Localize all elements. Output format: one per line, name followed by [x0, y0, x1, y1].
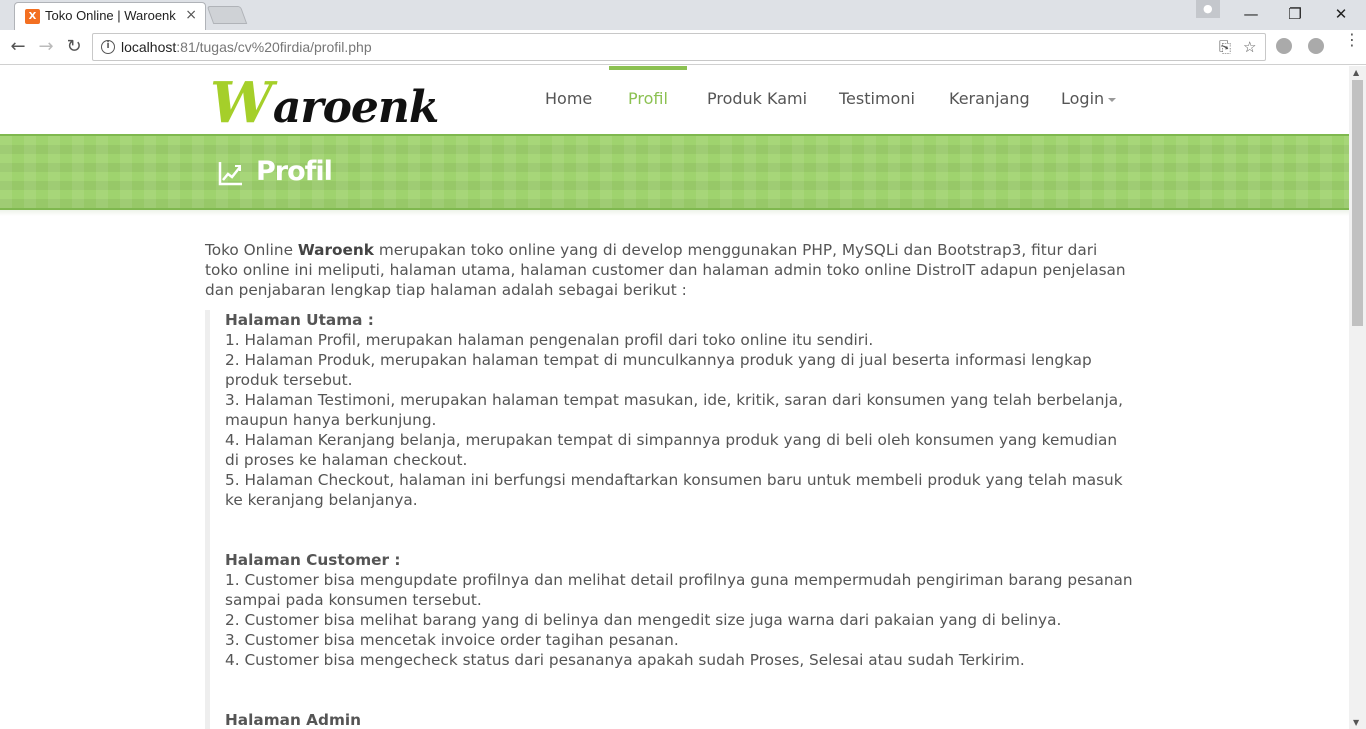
browser-titlebar: X Toko Online | Waroenk × ● — ❐ ✕	[0, 0, 1366, 31]
list-item: 1. Halaman Profil, merupakan halaman pen…	[225, 331, 874, 349]
address-bar[interactable]: i localhost:81/tugas/cv%20firdia/profil.…	[92, 33, 1266, 61]
nav-profil[interactable]: Profil	[609, 66, 687, 134]
person-icon: ●	[1203, 2, 1213, 15]
intro-brand: Waroenk	[297, 241, 374, 259]
line-chart-icon	[218, 162, 242, 186]
new-tab-button[interactable]	[206, 6, 248, 24]
extension-icon[interactable]	[1276, 38, 1292, 54]
minimize-button[interactable]: —	[1228, 4, 1274, 26]
caret-down-icon	[1108, 97, 1117, 102]
nav-login-dropdown[interactable]: Login	[1061, 66, 1117, 134]
reload-button[interactable]: ↻	[62, 36, 86, 58]
list-item: 3. Customer bisa mencetak invoice order …	[225, 631, 679, 649]
banner-pattern	[0, 136, 1349, 208]
section-heading-admin: Halaman Admin	[225, 711, 362, 729]
list-item: 2. Halaman Produk, merupakan halaman tem…	[225, 351, 1092, 389]
page-title-banner: Profil	[0, 134, 1349, 210]
banner-shadow	[0, 210, 1349, 216]
page-viewport: Waroenk Home Profil Produk Kami Testimon…	[0, 66, 1349, 729]
list-item: 5. Halaman Checkout, halaman ini berfung…	[225, 471, 1123, 509]
site-logo[interactable]: Waroenk	[210, 70, 439, 136]
list-item: 2. Customer bisa melihat barang yang di …	[225, 611, 1062, 629]
logo-text: aroenk	[272, 82, 440, 133]
section-heading-customer: Halaman Customer :	[225, 551, 401, 569]
browser-tab[interactable]: X Toko Online | Waroenk ×	[14, 2, 206, 31]
url-text[interactable]: localhost:81/tugas/cv%20firdia/profil.ph…	[121, 39, 372, 55]
restore-button[interactable]: ❐	[1272, 4, 1318, 26]
xampp-favicon-icon: X	[25, 9, 40, 24]
nav-keranjang[interactable]: Keranjang	[949, 66, 1030, 134]
url-host: localhost	[121, 39, 177, 55]
tab-close-icon[interactable]: ×	[185, 7, 197, 23]
browser-menu-icon[interactable]: ⋮	[1344, 32, 1360, 48]
nav-home[interactable]: Home	[545, 66, 592, 134]
page-title: Profil	[256, 156, 333, 187]
scroll-down-arrow-icon[interactable]: ▼	[1353, 718, 1359, 727]
page-scrollbar[interactable]: ▲ ▼	[1349, 66, 1366, 729]
nav-testimoni[interactable]: Testimoni	[839, 66, 915, 134]
window-close-button[interactable]: ✕	[1318, 4, 1364, 26]
nav-login-label: Login	[1061, 89, 1105, 108]
forward-button[interactable]: →	[34, 36, 58, 58]
list-item: 3. Halaman Testimoni, merupakan halaman …	[225, 391, 1123, 429]
site-header: Waroenk Home Profil Produk Kami Testimon…	[0, 66, 1349, 136]
url-path: :81/tugas/cv%20firdia/profil.php	[176, 39, 372, 55]
bookmark-star-icon[interactable]: ☆	[1243, 38, 1256, 56]
tab-title: Toko Online | Waroenk	[45, 8, 176, 23]
globe-extension-icon[interactable]	[1308, 38, 1324, 54]
browser-toolbar: ← → ↻ i localhost:81/tugas/cv%20firdia/p…	[0, 30, 1366, 65]
info-icon[interactable]: i	[101, 40, 115, 54]
profile-content: Toko Online Waroenk merupakan toko onlin…	[205, 240, 1135, 729]
back-button[interactable]: ←	[6, 36, 30, 58]
scroll-thumb[interactable]	[1352, 80, 1363, 326]
section-heading-utama: Halaman Utama :	[225, 311, 374, 329]
translate-icon[interactable]: ⎘	[1219, 38, 1231, 56]
features-blockquote: Halaman Utama : 1. Halaman Profil, merup…	[205, 310, 1135, 729]
scroll-up-arrow-icon[interactable]: ▲	[1353, 68, 1359, 77]
nav-produk-kami[interactable]: Produk Kami	[707, 66, 807, 134]
profile-button[interactable]: ●	[1196, 0, 1220, 18]
intro-text-start: Toko Online	[205, 241, 298, 259]
logo-letter: W	[210, 70, 273, 136]
list-item: 1. Customer bisa mengupdate profilnya da…	[225, 571, 1133, 609]
intro-paragraph: Toko Online Waroenk merupakan toko onlin…	[205, 240, 1135, 300]
list-item: 4. Customer bisa mengecheck status dari …	[225, 651, 1025, 669]
list-item: 4. Halaman Keranjang belanja, merupakan …	[225, 431, 1118, 469]
